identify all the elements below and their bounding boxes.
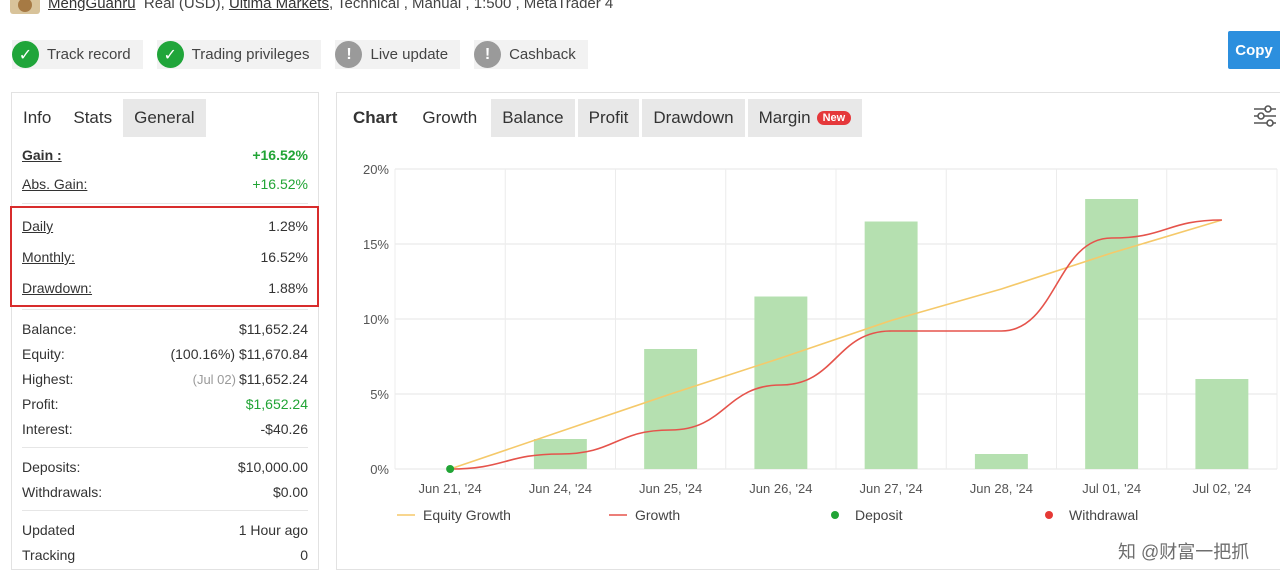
stat-gain: Gain : +16.52% [22,147,308,163]
verification-badges: ✓ Track record ✓ Trading privileges ! Li… [12,40,588,69]
tab-balance[interactable]: Balance [491,99,575,137]
badge-label: Trading privileges [191,46,310,63]
stat-withdrawals: Withdrawals: $0.00 [22,483,308,500]
exclamation-icon: ! [474,41,502,68]
stats-tabs: Info Stats General [12,93,318,137]
account-type: Real (USD), [143,0,225,12]
legend-label: Withdrawal [1069,507,1138,523]
x-tick-label: Jun 27, '24 [860,481,923,496]
badge-label: Track record [47,46,131,63]
bar [1195,379,1249,469]
y-tick-label: 20% [363,162,389,177]
margin-label: Margin [758,108,811,127]
user-link[interactable]: MengGuanru [48,0,136,12]
watermark: 知 @财富一把抓 [1118,542,1250,562]
stat-equity: Equity: (100.16%) $11,670.84 [22,345,308,362]
tab-chart[interactable]: Chart [342,99,408,137]
legend-swatch [831,511,839,519]
divider [22,510,308,511]
growth-chart: 0% 5% 10% 15% 20% Jun 21, '24 Jun 24, '24 Jun 2… [363,162,1278,523]
stat-highest: Highest: (Jul 02) $11,652.24 [22,370,308,387]
tab-profit[interactable]: Profit [577,99,640,137]
x-tick-label: Jul 01, '24 [1082,481,1141,496]
stat-balance: Balance: $11,652.24 [22,320,308,337]
stat-tracking: Tracking 0 [22,546,308,563]
chart-tabs: Chart Growth Balance Profit Drawdown Mar… [337,93,1280,137]
divider [22,309,308,310]
check-icon: ✓ [12,41,39,68]
highlight-box [10,206,319,307]
legend-label: Equity Growth [423,507,511,523]
equity-percent: (100.16%) [170,345,236,362]
bar [1085,199,1139,469]
bar [974,454,1028,469]
x-tick-label: Jun 21, '24 [419,481,482,496]
exclamation-icon: ! [335,41,363,68]
user-avatar[interactable] [10,0,40,14]
bar [644,349,698,469]
account-header: MengGuanru Real (USD), Ultima Markets , … [10,0,613,14]
y-tick-label: 5% [370,387,389,402]
tab-general[interactable]: General [123,99,206,137]
badge-live-update: ! Live update [335,40,461,69]
tab-margin[interactable]: Margin New [747,99,863,137]
deposit-point [446,465,455,473]
badge-trading-privileges: ✓ Trading privileges [156,40,322,69]
divider [22,203,308,204]
stat-deposits: Deposits: $10,000.00 [22,458,308,475]
tab-drawdown[interactable]: Drawdown [642,99,745,137]
stat-profit: Profit: $1,652.24 [22,395,308,412]
stat-updated: Updated 1 Hour ago [22,521,308,538]
y-tick-label: 0% [370,462,389,477]
broker-link[interactable]: Ultima Markets [229,0,329,12]
x-tick-label: Jun 26, '24 [749,481,812,496]
x-tick-label: Jul 02, '24 [1192,481,1251,496]
badge-cashback: ! Cashback [474,40,588,69]
x-tick-label: Jun 24, '24 [529,481,592,496]
legend-label: Growth [635,507,680,523]
tab-stats[interactable]: Stats [62,99,124,137]
divider [22,447,308,448]
legend-label: Deposit [855,507,903,523]
chart-panel: Chart Growth Balance Profit Drawdown Mar… [336,92,1280,570]
tab-growth[interactable]: Growth [411,99,488,137]
stat-interest: Interest: -$40.26 [22,420,308,437]
x-tick-label: Jun 25, '24 [639,481,702,496]
badge-label: Cashback [509,46,576,63]
copy-button[interactable]: Copy [1228,31,1280,69]
x-tick-label: Jun 28, '24 [970,481,1033,496]
legend-swatch [1045,511,1053,519]
highest-date: (Jul 02) [192,371,236,387]
stats-panel: Info Stats General Gain : +16.52% Abs. G… [11,92,319,570]
badge-label: Live update [370,46,449,63]
chart-settings-icon[interactable] [1252,103,1278,129]
account-details: , Technical , Manual , 1:500 , MetaTrade… [328,0,614,12]
tab-info[interactable]: Info [12,99,63,137]
y-tick-label: 15% [363,237,389,252]
stat-abs-gain: Abs. Gain: +16.52% [22,176,308,192]
check-icon: ✓ [156,41,184,68]
y-tick-label: 10% [363,312,389,327]
badge-track-record: ✓ Track record [12,40,143,69]
new-badge: New [816,111,852,125]
bar [864,221,918,469]
